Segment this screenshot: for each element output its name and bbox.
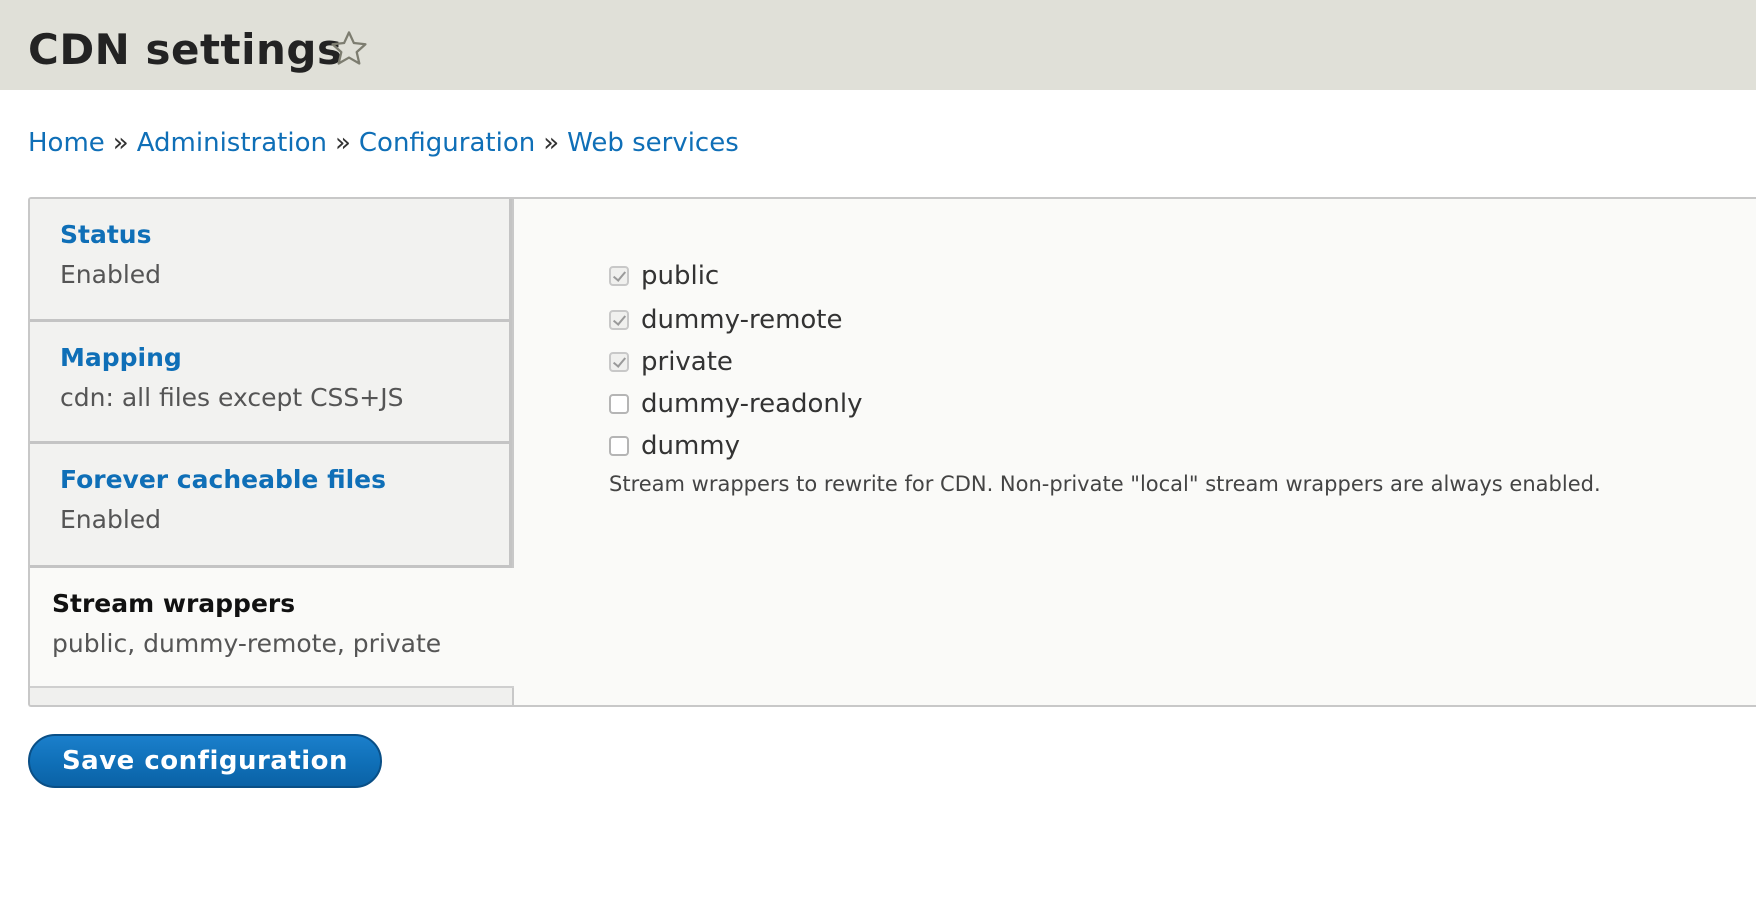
checkbox-row-dummy-remote: dummy-remote <box>609 302 843 338</box>
breadcrumb: Home» Administration» Configuration» Web se… <box>28 124 739 162</box>
page-title: CDN settings <box>28 25 343 74</box>
checkbox-dummy[interactable] <box>609 436 629 456</box>
breadcrumb-separator: » <box>112 128 129 158</box>
breadcrumb-administration-link[interactable]: Administration <box>137 128 327 158</box>
checkbox-private[interactable] <box>609 352 629 372</box>
breadcrumb-home-link[interactable]: Home <box>28 128 105 158</box>
checkbox-row-dummy-readonly: dummy-readonly <box>609 386 863 422</box>
save-configuration-button[interactable]: Save configuration <box>28 734 382 788</box>
checkbox-public-label[interactable]: public <box>641 258 719 294</box>
tab-status-summary: Enabled <box>60 260 162 289</box>
checkbox-dummy-label[interactable]: dummy <box>641 428 740 464</box>
breadcrumb-separator: » <box>334 128 351 158</box>
breadcrumb-web-services-link[interactable]: Web services <box>567 128 739 158</box>
tab-status-title[interactable]: Status <box>60 217 151 253</box>
breadcrumb-configuration-link[interactable]: Configuration <box>359 128 535 158</box>
checkbox-dummy-remote-label[interactable]: dummy-remote <box>641 302 843 338</box>
checkbox-row-public: public <box>609 258 719 294</box>
tab-forever-cacheable-files-title[interactable]: Forever cacheable files <box>60 462 386 498</box>
tab-mapping-title[interactable]: Mapping <box>60 340 182 376</box>
tab-forever-cacheable-files[interactable]: Forever cacheable files Enabled <box>30 444 512 568</box>
stream-wrappers-description: Stream wrappers to rewrite for CDN. Non-… <box>609 472 1601 496</box>
checkbox-public[interactable] <box>609 266 629 286</box>
tab-stream-wrappers[interactable]: Stream wrappers public, dummy-remote, pr… <box>30 568 514 688</box>
tab-stream-wrappers-summary: public, dummy-remote, private <box>52 629 442 658</box>
checkbox-dummy-remote[interactable] <box>609 310 629 330</box>
tab-status[interactable]: Status Enabled <box>30 199 512 322</box>
breadcrumb-separator: » <box>543 128 560 158</box>
tab-stream-wrappers-title[interactable]: Stream wrappers <box>52 586 295 622</box>
vertical-tabs-menu: Status Enabled Mapping cdn: all files ex… <box>30 199 514 705</box>
stream-wrappers-pane: public dummy-remote private dummy-readon… <box>514 199 1756 705</box>
checkbox-row-dummy: dummy <box>609 428 740 464</box>
checkbox-dummy-readonly[interactable] <box>609 394 629 414</box>
tab-mapping[interactable]: Mapping cdn: all files except CSS+JS <box>30 322 512 444</box>
checkbox-private-label[interactable]: private <box>641 344 733 380</box>
star-icon[interactable] <box>328 28 370 70</box>
vertical-tabs: Status Enabled Mapping cdn: all files ex… <box>28 197 1756 707</box>
page-header: CDN settings <box>0 0 1756 90</box>
checkbox-dummy-readonly-label[interactable]: dummy-readonly <box>641 386 863 422</box>
tab-forever-cacheable-files-summary: Enabled <box>60 505 162 534</box>
tab-mapping-summary: cdn: all files except CSS+JS <box>60 383 404 412</box>
checkbox-row-private: private <box>609 344 733 380</box>
